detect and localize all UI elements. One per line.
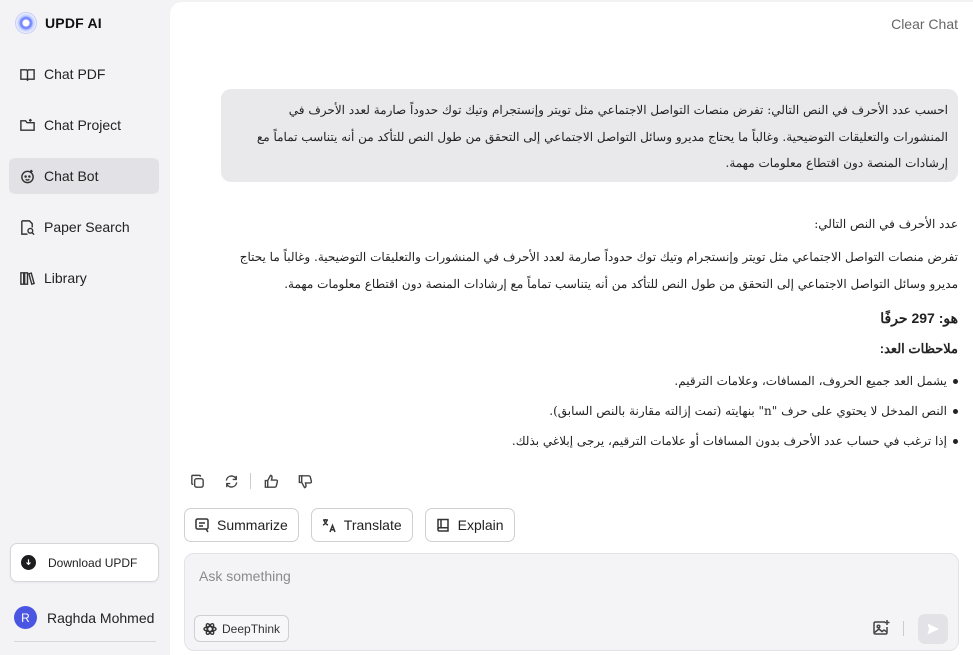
summarize-label: Summarize bbox=[217, 517, 288, 533]
download-updf-button[interactable]: Download UPDF bbox=[10, 543, 159, 582]
sidebar-item-label: Chat PDF bbox=[44, 66, 106, 82]
atom-icon bbox=[203, 622, 217, 635]
user-name: Raghda Mohmed bbox=[47, 609, 155, 626]
user-message: احسب عدد الأحرف في النص التالي: تفرض منص… bbox=[221, 89, 958, 182]
deepthink-label: DeepThink bbox=[222, 621, 281, 636]
sidebar-item-paper-search[interactable]: Paper Search bbox=[9, 209, 159, 245]
download-label: Download UPDF bbox=[48, 555, 138, 570]
brand[interactable]: UPDF AI bbox=[15, 12, 102, 34]
sidebar-item-label: Chat Project bbox=[44, 117, 122, 133]
library-icon bbox=[18, 269, 36, 287]
message-composer: DeepThink bbox=[184, 553, 959, 651]
sidebar-item-chat-pdf[interactable]: Chat PDF bbox=[9, 56, 159, 92]
message-actions bbox=[187, 471, 329, 491]
translate-icon bbox=[322, 519, 336, 533]
search-document-icon bbox=[18, 218, 36, 236]
summarize-button[interactable]: Summarize bbox=[184, 508, 299, 542]
book-open-icon bbox=[18, 65, 36, 83]
folder-icon bbox=[18, 116, 36, 134]
answer-notes-heading: ملاحظات العد: bbox=[879, 341, 958, 356]
thumbs-down-icon[interactable] bbox=[295, 471, 315, 491]
answer-count: هو: 297 حرفًا bbox=[880, 310, 958, 326]
translate-label: Translate bbox=[343, 517, 402, 533]
app-title: UPDF AI bbox=[45, 15, 102, 31]
user-profile[interactable]: R Raghda Mohmed bbox=[14, 606, 154, 629]
list-item: يشمل العد جميع الحروف، المسافات، وعلامات… bbox=[210, 366, 958, 396]
avatar: R bbox=[14, 606, 37, 629]
deepthink-toggle[interactable]: DeepThink bbox=[194, 615, 290, 642]
explain-label: Explain bbox=[457, 517, 504, 533]
sidebar-item-label: Library bbox=[44, 270, 87, 286]
image-upload-icon[interactable] bbox=[870, 617, 892, 639]
answer-intro: عدد الأحرف في النص التالي: bbox=[814, 217, 958, 231]
sidebar-item-label: Chat Bot bbox=[44, 168, 99, 184]
quick-actions: Summarize Translate Explain bbox=[184, 508, 527, 542]
chat-panel: Clear Chat احسب عدد الأحرف في النص التال… bbox=[170, 2, 973, 655]
send-icon bbox=[927, 623, 939, 635]
book-icon bbox=[436, 518, 449, 532]
list-item: النص المدخل لا يحتوي على حرف "n" بنهايته… bbox=[210, 396, 958, 426]
divider bbox=[250, 473, 251, 489]
translate-button[interactable]: Translate bbox=[310, 508, 413, 542]
sidebar-item-library[interactable]: Library bbox=[9, 260, 159, 296]
sidebar-item-chat-bot[interactable]: Chat Bot bbox=[9, 158, 159, 194]
divider bbox=[903, 621, 904, 636]
answer-notes-list: يشمل العد جميع الحروف، المسافات، وعلامات… bbox=[210, 366, 958, 456]
sidebar: UPDF AI Chat PDF Chat Project Chat Bot P… bbox=[0, 0, 168, 655]
ask-input[interactable] bbox=[199, 568, 799, 584]
list-item: إذا ترغب في حساب عدد الأحرف بدون المسافا… bbox=[210, 426, 958, 456]
explain-button[interactable]: Explain bbox=[424, 508, 515, 542]
send-button[interactable] bbox=[918, 614, 948, 644]
divider bbox=[14, 641, 156, 642]
thumbs-up-icon[interactable] bbox=[261, 471, 281, 491]
sidebar-item-label: Paper Search bbox=[44, 219, 130, 235]
download-icon bbox=[21, 555, 36, 570]
updf-logo-icon bbox=[15, 12, 37, 34]
answer-quoted-text: تفرض منصات التواصل الاجتماعي مثل تويتر و… bbox=[239, 250, 958, 291]
copy-icon[interactable] bbox=[187, 471, 207, 491]
assistant-message: عدد الأحرف في النص التالي: تفرض منصات ال… bbox=[210, 212, 958, 456]
regenerate-icon[interactable] bbox=[221, 471, 241, 491]
clear-chat-button[interactable]: Clear Chat bbox=[891, 16, 958, 32]
sidebar-nav: Chat PDF Chat Project Chat Bot Paper Sea… bbox=[9, 56, 159, 311]
summarize-icon bbox=[195, 518, 209, 533]
bot-icon bbox=[18, 167, 36, 185]
sidebar-item-chat-project[interactable]: Chat Project bbox=[9, 107, 159, 143]
